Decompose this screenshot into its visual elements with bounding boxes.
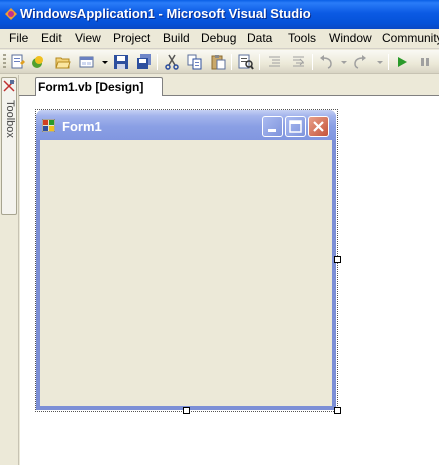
menu-bar: File Edit View Project Build Debug Data … <box>0 29 439 49</box>
undo-dropdown[interactable] <box>336 54 347 70</box>
document-tab-bar: Form1.vb [Design] <box>19 75 439 97</box>
pause-button[interactable] <box>417 54 433 70</box>
toolbox-icon <box>3 80 15 92</box>
menu-build[interactable]: Build <box>163 31 190 45</box>
cut-icon <box>165 54 179 70</box>
paste-icon <box>211 55 226 70</box>
toolbar-separator <box>259 54 260 70</box>
menu-file[interactable]: File <box>9 31 28 45</box>
tab-form1-design[interactable]: Form1.vb [Design] <box>35 77 163 97</box>
menu-project[interactable]: Project <box>113 31 150 45</box>
add-new-item-icon <box>79 56 94 68</box>
toolbar-grip[interactable] <box>3 54 6 70</box>
window-title-bar[interactable]: WindowsApplication1 - Microsoft Visual S… <box>0 0 439 29</box>
form-minimize-button[interactable] <box>262 116 283 137</box>
add-item-button[interactable] <box>30 54 46 70</box>
resize-handle-bottom[interactable] <box>183 407 190 414</box>
form-title: Form1 <box>62 119 102 134</box>
toolbar-separator <box>388 54 389 70</box>
menu-data[interactable]: Data <box>247 31 272 45</box>
toolbox-panel-strip: Toolbox <box>0 75 19 465</box>
form-icon <box>42 119 55 132</box>
close-icon <box>313 121 324 132</box>
find-button[interactable] <box>238 54 254 70</box>
chevron-down-icon <box>102 61 108 64</box>
paste-button[interactable] <box>210 54 226 70</box>
copy-button[interactable] <box>187 54 203 70</box>
start-debugging-button[interactable] <box>394 54 410 70</box>
new-project-icon <box>11 54 25 69</box>
visual-studio-icon <box>5 8 17 20</box>
add-new-item-dropdown[interactable] <box>97 54 108 70</box>
toolbox-tab[interactable]: Toolbox <box>1 77 17 215</box>
toolbar-separator <box>231 54 232 70</box>
save-all-icon <box>137 54 151 69</box>
resize-handle-right[interactable] <box>334 256 341 263</box>
copy-icon <box>187 54 202 70</box>
toolbar-separator <box>157 54 158 70</box>
maximize-icon <box>289 120 302 133</box>
open-file-button[interactable] <box>55 54 71 70</box>
menu-edit[interactable]: Edit <box>41 31 62 45</box>
cut-button[interactable] <box>164 54 180 70</box>
menu-tools[interactable]: Tools <box>288 31 316 45</box>
tab-label: Form1.vb [Design] <box>38 80 144 94</box>
chevron-down-icon <box>341 61 347 64</box>
form-maximize-button[interactable] <box>285 116 306 137</box>
menu-view[interactable]: View <box>75 31 101 45</box>
pause-icon <box>421 58 429 66</box>
minimize-icon <box>268 129 276 132</box>
save-icon <box>114 55 128 69</box>
save-button[interactable] <box>113 54 129 70</box>
save-all-button[interactable] <box>136 54 152 70</box>
resize-handle-bottom-right[interactable] <box>334 407 341 414</box>
menu-community[interactable]: Community <box>382 31 439 45</box>
redo-icon <box>354 55 366 69</box>
form-title-bar[interactable]: Form1 <box>36 110 336 140</box>
form-close-button[interactable] <box>308 116 329 137</box>
add-item-icon <box>32 56 43 68</box>
find-icon <box>238 54 254 70</box>
menu-debug[interactable]: Debug <box>201 31 236 45</box>
add-new-item-button[interactable] <box>79 54 95 70</box>
undo-button[interactable] <box>318 54 334 70</box>
chevron-down-icon <box>377 61 383 64</box>
redo-button[interactable] <box>352 54 368 70</box>
toolbox-label: Toolbox <box>4 100 16 138</box>
start-debugging-icon <box>398 57 407 67</box>
comment-button[interactable] <box>266 54 282 70</box>
open-file-icon <box>55 57 71 69</box>
form1-window[interactable]: Form1 <box>36 110 336 410</box>
redo-dropdown[interactable] <box>372 54 383 70</box>
standard-toolbar <box>0 50 439 74</box>
comment-icon <box>269 56 280 67</box>
uncomment-button[interactable] <box>290 54 306 70</box>
menu-window[interactable]: Window <box>329 31 372 45</box>
uncomment-icon <box>293 56 304 67</box>
toolbar-separator <box>312 54 313 70</box>
window-title: WindowsApplication1 - Microsoft Visual S… <box>20 6 311 21</box>
new-project-button[interactable] <box>10 54 26 70</box>
form-client-area[interactable] <box>40 140 332 406</box>
undo-icon <box>320 55 332 69</box>
